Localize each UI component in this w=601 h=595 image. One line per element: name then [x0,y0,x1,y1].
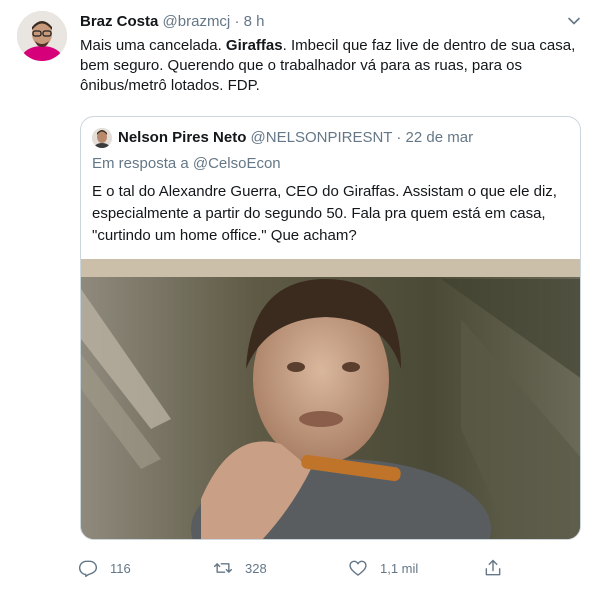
avatar[interactable] [17,11,67,61]
tweet-text: Mais uma cancelada. Giraffas. Imbecil qu… [80,36,585,96]
reply-button[interactable]: 116 [78,556,131,580]
display-name[interactable]: Braz Costa [80,13,158,30]
tweet-header: Braz Costa @brazmcj · 8 h [80,12,581,34]
reply-icon [78,560,98,578]
share-icon [485,559,501,576]
action-bar: 116 328 1,1 mil [78,556,518,580]
user-handle[interactable]: @brazmcj [163,13,231,30]
tweet-card[interactable]: Braz Costa @brazmcj · 8 h Mais uma cance… [0,0,601,595]
video-thumbnail[interactable] [81,259,580,539]
retweet-count: 328 [245,560,267,576]
reply-count: 116 [110,560,131,576]
tweet-timestamp[interactable]: 8 h [244,13,265,30]
quoted-separator-dot: · [396,129,402,146]
quoted-text: E o tal do Alexandre Guerra, CEO do Gira… [92,183,557,244]
quoted-display-name[interactable]: Nelson Pires Neto [118,129,246,146]
chevron-down-icon[interactable] [567,14,581,28]
quoted-header: Nelson Pires Neto @NELSONPIRESNT · 22 de… [118,128,570,148]
tweet-text-bold: Giraffas [225,37,283,54]
tweet-text-start: Mais uma cancelada. [80,37,226,54]
like-count: 1,1 mil [380,560,419,576]
quoted-avatar[interactable] [92,128,112,148]
like-button[interactable]: 1,1 mil [348,556,418,580]
separator-dot: · [234,13,240,30]
retweet-button[interactable]: 328 [213,556,267,580]
reply-context[interactable]: Em resposta a @CelsoEcon [92,154,281,174]
quoted-tweet[interactable]: Nelson Pires Neto @NELSONPIRESNT · 22 de… [80,116,581,540]
quoted-handle[interactable]: @NELSONPIRESNT [251,129,393,146]
share-button[interactable] [483,556,503,580]
like-icon [349,560,367,576]
quoted-timestamp[interactable]: 22 de mar [406,129,474,146]
retweet-icon [213,563,233,573]
